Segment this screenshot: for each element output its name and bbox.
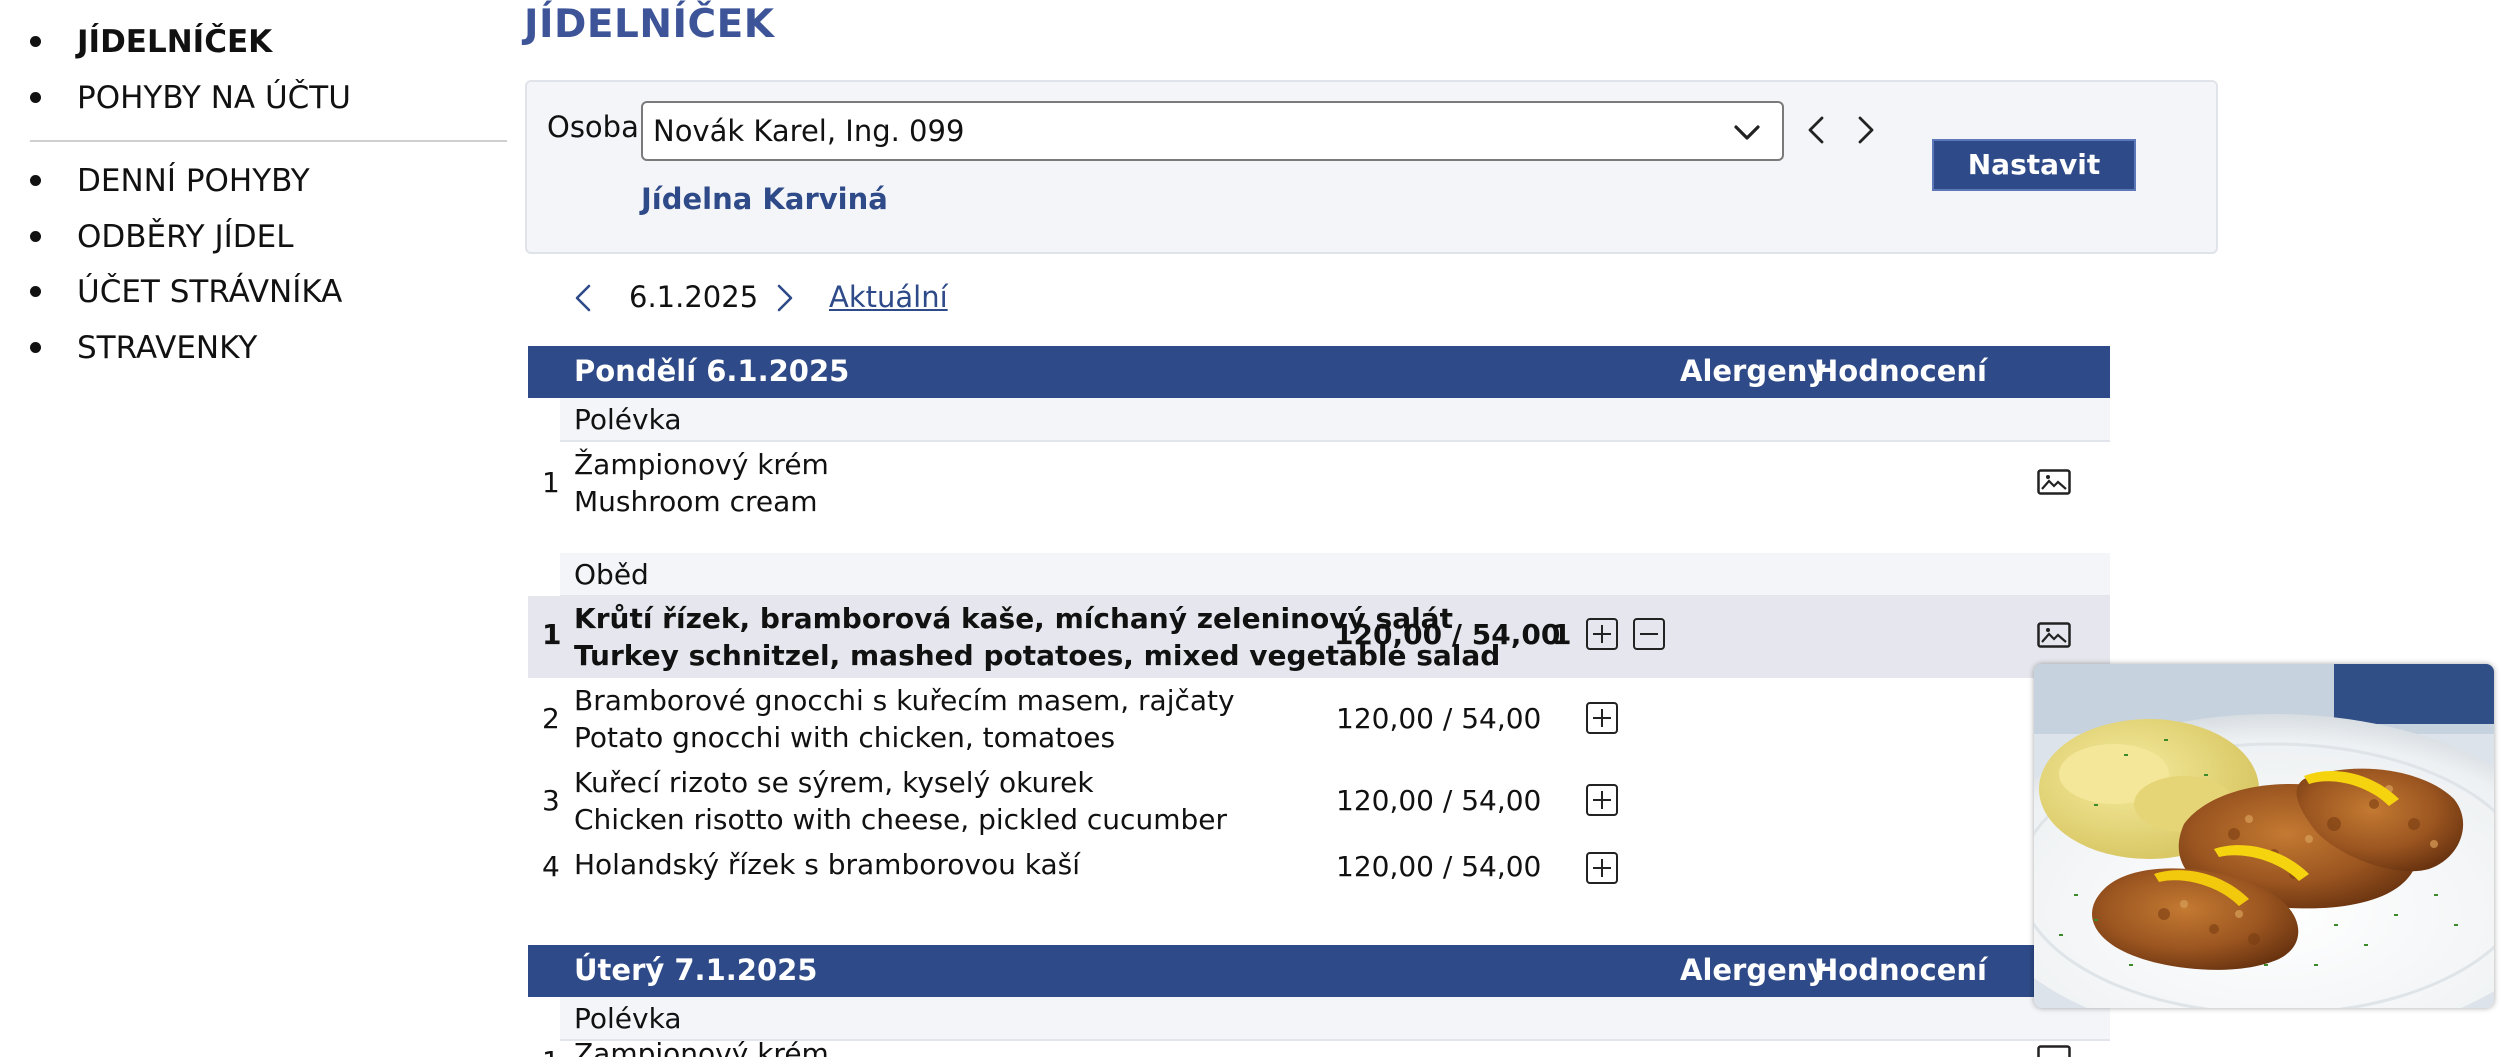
meal-name: Žampionový krém Mushroom cream bbox=[574, 446, 829, 520]
nav-item-label: ODBĚRY JÍDEL bbox=[77, 219, 294, 255]
meal-number: 3 bbox=[542, 784, 560, 817]
day-title: Pondělí 6.1.2025 bbox=[574, 354, 850, 388]
bullet-icon bbox=[30, 342, 41, 353]
nav-item-label: STRAVENKY bbox=[77, 330, 258, 366]
meal-number: 2 bbox=[542, 702, 560, 735]
bullet-icon bbox=[30, 231, 41, 242]
nav-item-odbery-jidel[interactable]: ODBĚRY JÍDEL bbox=[30, 212, 294, 262]
meal-row: 1 Žampionový krém Mushroom cream bbox=[528, 442, 2110, 526]
image-icon[interactable] bbox=[2037, 622, 2071, 648]
aktualni-link[interactable]: Aktuální bbox=[829, 280, 948, 314]
meal-row-selected: 1 Krůtí řízek, bramborová kaše, míchaný … bbox=[528, 596, 2110, 678]
plus-icon[interactable] bbox=[1586, 702, 1618, 734]
next-date-chevron-right-icon[interactable] bbox=[764, 278, 804, 318]
prev-date-chevron-left-icon[interactable] bbox=[564, 278, 604, 318]
nav-item-pohyby-na-uctu[interactable]: POHYBY NA ÚČTU bbox=[30, 73, 351, 123]
meal-number: 1 bbox=[542, 1045, 560, 1057]
osoba-label: Osoba bbox=[547, 110, 639, 144]
meal-name: Žampionový krém bbox=[574, 1041, 829, 1057]
filter-panel: Osoba Novák Karel, Ing. 099 Nastavit Jíd… bbox=[525, 80, 2218, 254]
nav-item-denni-pohyby[interactable]: DENNÍ POHYBY bbox=[30, 156, 310, 206]
nav-item-label: DENNÍ POHYBY bbox=[77, 163, 310, 199]
meal-number: 1 bbox=[542, 618, 562, 651]
plus-icon[interactable] bbox=[1586, 618, 1618, 650]
osoba-select-value: Novák Karel, Ing. 099 bbox=[653, 114, 965, 148]
category-row-polevka: Polévka bbox=[560, 997, 2110, 1041]
nav-item-stravenky[interactable]: STRAVENKY bbox=[30, 323, 257, 373]
page-title: JÍDELNÍČEK bbox=[524, 2, 775, 47]
meal-row: 2 Bramborové gnocchi s kuřecím masem, ra… bbox=[528, 678, 2110, 760]
column-hodnoceni: Hodnocení bbox=[1814, 354, 1987, 388]
plus-icon[interactable] bbox=[1586, 852, 1618, 884]
meal-name-cs: Bramborové gnocchi s kuřecím masem, rajč… bbox=[574, 684, 1235, 717]
nav-divider bbox=[30, 140, 507, 142]
meal-row: 4 Holandský řízek s bramborovou kaší 120… bbox=[528, 842, 2110, 898]
food-photo-popup bbox=[2034, 664, 2494, 1008]
meal-name: Holandský řízek s bramborovou kaší bbox=[574, 846, 1080, 883]
meal-name: Bramborové gnocchi s kuřecím masem, rajč… bbox=[574, 682, 1235, 756]
plus-icon[interactable] bbox=[1586, 784, 1618, 816]
meal-price: 120,00 / 54,00 bbox=[1336, 702, 1542, 735]
column-hodnoceni: Hodnocení bbox=[1814, 953, 1987, 987]
nav-item-label: ÚČET STRÁVNÍKA bbox=[77, 274, 343, 310]
image-icon[interactable] bbox=[2037, 469, 2071, 495]
meal-name-cs: Kuřecí rizoto se sýrem, kyselý okurek bbox=[574, 766, 1094, 799]
nav-item-jidelnicek[interactable]: JÍDELNÍČEK bbox=[30, 17, 272, 67]
prev-person-chevron-left-icon[interactable] bbox=[1795, 108, 1839, 152]
category-label: Polévka bbox=[574, 403, 682, 436]
schnitzel-photo bbox=[2034, 664, 2494, 1008]
next-person-chevron-right-icon[interactable] bbox=[1843, 108, 1887, 152]
order-count: 1 bbox=[1552, 618, 1572, 651]
day-header: Úterý 7.1.2025 Alergeny Hodnocení bbox=[528, 945, 2110, 997]
nav-item-ucet-stravnika[interactable]: ÚČET STRÁVNÍKA bbox=[30, 267, 342, 317]
meal-number: 1 bbox=[542, 466, 560, 499]
meal-name-en: Mushroom cream bbox=[574, 485, 818, 518]
meal-name: Kuřecí rizoto se sýrem, kyselý okurek Ch… bbox=[574, 764, 1227, 838]
meal-price: 120,00 / 54,00 bbox=[1334, 618, 1561, 651]
bullet-icon bbox=[30, 175, 41, 186]
meal-row: 3 Kuřecí rizoto se sýrem, kyselý okurek … bbox=[528, 760, 2110, 842]
meal-name-en: Potato gnocchi with chicken, tomatoes bbox=[574, 721, 1116, 754]
meal-row: 1 Žampionový krém bbox=[528, 1041, 2110, 1057]
nav-item-label: POHYBY NA ÚČTU bbox=[77, 80, 351, 116]
bullet-icon bbox=[30, 36, 41, 47]
category-row-obed: Oběd bbox=[560, 553, 2110, 597]
nastavit-button[interactable]: Nastavit bbox=[1932, 139, 2136, 191]
minus-icon[interactable] bbox=[1633, 618, 1665, 650]
meal-name-en: Chicken risotto with cheese, pickled cuc… bbox=[574, 803, 1227, 836]
category-label: Polévka bbox=[574, 1002, 682, 1035]
bullet-icon bbox=[30, 92, 41, 103]
meal-price: 120,00 / 54,00 bbox=[1336, 850, 1542, 883]
bullet-icon bbox=[30, 286, 41, 297]
osoba-select[interactable]: Novák Karel, Ing. 099 bbox=[641, 101, 1784, 161]
meal-name-cs: Žampionový krém bbox=[574, 448, 829, 481]
day-header: Pondělí 6.1.2025 Alergeny Hodnocení bbox=[528, 346, 2110, 398]
category-row-polevka: Polévka bbox=[560, 398, 2110, 442]
nav-item-label: JÍDELNÍČEK bbox=[77, 24, 273, 60]
meal-name-cs: Holandský řízek s bramborovou kaší bbox=[574, 848, 1080, 881]
current-date: 6.1.2025 bbox=[629, 280, 759, 314]
image-icon[interactable] bbox=[2037, 1045, 2071, 1057]
meal-name-cs: Žampionový krém bbox=[574, 1041, 829, 1057]
column-alergeny: Alergeny bbox=[1680, 953, 1827, 987]
column-alergeny: Alergeny bbox=[1680, 354, 1827, 388]
category-label: Oběd bbox=[574, 558, 649, 591]
chevron-down-icon bbox=[1734, 125, 1760, 140]
canteen-name: Jídelna Karviná bbox=[641, 182, 888, 216]
meal-number: 4 bbox=[542, 850, 560, 883]
meal-price: 120,00 / 54,00 bbox=[1336, 784, 1542, 817]
day-title: Úterý 7.1.2025 bbox=[574, 953, 818, 987]
